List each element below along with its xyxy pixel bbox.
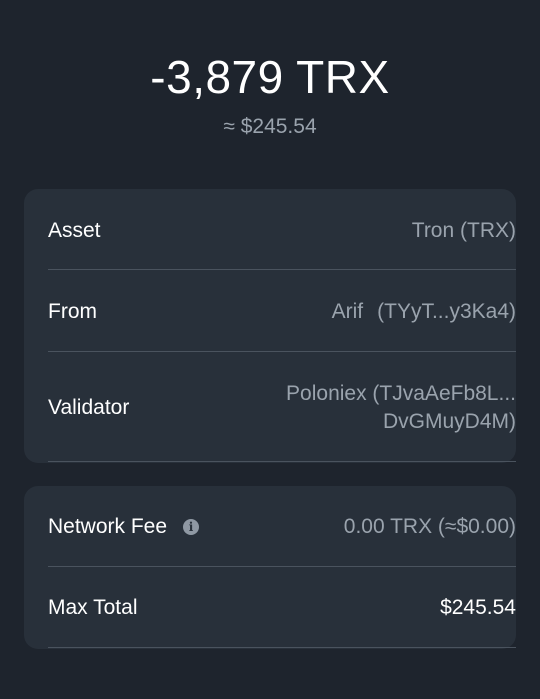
max-total-value: $245.54 xyxy=(440,596,516,619)
divider xyxy=(48,647,516,648)
validator-label: Validator xyxy=(48,396,130,419)
fees-card: Network Fee i 0.00 TRX (≈$0.00) Max Tota… xyxy=(24,486,516,649)
from-label: From xyxy=(48,300,97,323)
divider xyxy=(48,269,516,270)
fiat-equivalent: ≈ $245.54 xyxy=(223,115,317,138)
asset-row: Asset Tron (TRX) xyxy=(48,211,516,251)
validator-value: Poloniex (TJvaAeFb8L... DvGMuyD4M) xyxy=(286,380,516,436)
transaction-amount: -3,879 TRX xyxy=(150,51,390,103)
from-row: From Arif (TYyT...y3Ka4) xyxy=(48,292,516,332)
divider xyxy=(48,351,516,352)
max-total-label: Max Total xyxy=(48,596,138,619)
network-fee-label: Network Fee xyxy=(48,515,168,538)
validator-line-2: DvGMuyD4M) xyxy=(382,410,516,433)
info-icon[interactable]: i xyxy=(183,519,200,535)
validator-line-1: Poloniex (TJvaAeFb8L... xyxy=(286,382,516,405)
asset-value: Tron (TRX) xyxy=(411,219,516,242)
asset-label: Asset xyxy=(48,219,101,242)
max-total-row: Max Total $245.54 xyxy=(48,588,516,628)
network-fee-label-group: Network Fee i xyxy=(48,515,200,539)
network-fee-value: 0.00 TRX (≈$0.00) xyxy=(343,515,516,538)
validator-row: Validator Poloniex (TJvaAeFb8L... DvGMuy… xyxy=(48,375,516,441)
from-value: Arif (TYyT...y3Ka4) xyxy=(332,300,516,324)
from-address: (TYyT...y3Ka4) xyxy=(377,300,516,323)
from-name: Arif xyxy=(331,300,364,323)
divider xyxy=(48,566,516,567)
details-card: Asset Tron (TRX) From Arif (TYyT...y3Ka4)… xyxy=(24,189,516,463)
divider xyxy=(48,461,516,462)
network-fee-row: Network Fee i 0.00 TRX (≈$0.00) xyxy=(48,507,516,547)
